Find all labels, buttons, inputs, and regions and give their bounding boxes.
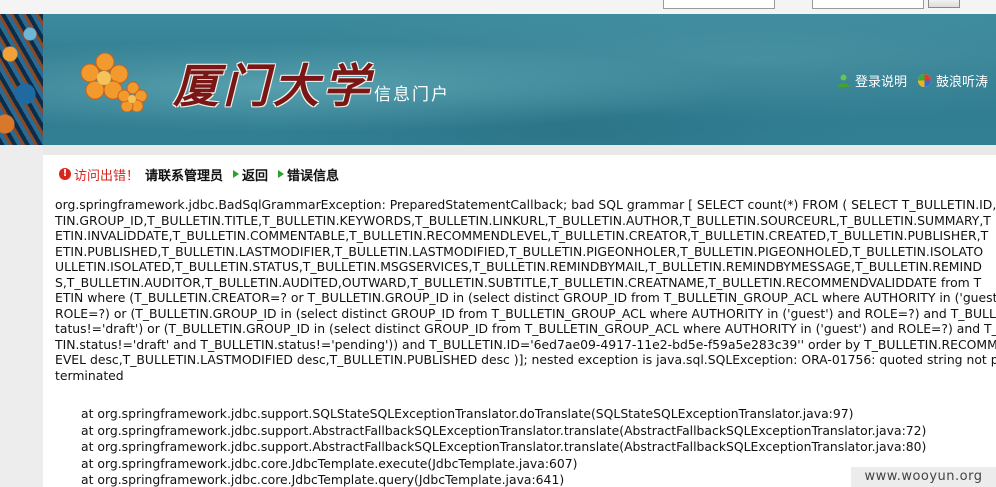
- arrow-right-icon: [278, 170, 285, 178]
- exception-line: ROLE=?) or (T_BULLETIN.GROUP_ID in (sele…: [55, 305, 996, 321]
- error-icon: !: [59, 168, 71, 180]
- exception-line: tatus!='draft') or (T_BULLETIN.GROUP_ID …: [55, 321, 996, 336]
- gulang-tingtao-label: 鼓浪听涛: [935, 75, 988, 90]
- error-message: 请联系管理员: [145, 168, 224, 184]
- user-icon: [837, 74, 850, 87]
- password-input[interactable]: [812, 0, 924, 9]
- username-input[interactable]: [663, 0, 775, 9]
- exception-line: org.springframework.jdbc.BadSqlGrammarEx…: [55, 197, 996, 212]
- left-decoration: [0, 14, 43, 145]
- flower-logo-icon: [80, 52, 148, 112]
- exception-line: ULLETIN.ISOLATED,T_BULLETIN.STATUS,T_BUL…: [55, 259, 982, 274]
- stack-trace-line: at org.springframework.jdbc.support.Abst…: [81, 439, 927, 454]
- exception-line: ETIN.INVALIDDATE,T_BULLETIN.COMMENTABLE,…: [55, 228, 989, 243]
- stack-trace-line: at org.springframework.jdbc.core.JdbcTem…: [81, 472, 565, 487]
- exception-line: TIN.status!='draft' and T_BULLETIN.statu…: [55, 336, 996, 352]
- gulang-tingtao-link[interactable]: 鼓浪听涛: [917, 71, 988, 90]
- exception-line: ETIN.PUBLISHED,T_BULLETIN.LASTMODIFIER,T…: [55, 243, 984, 259]
- back-link[interactable]: 返回: [242, 165, 268, 184]
- login-help-link[interactable]: 登录说明: [836, 71, 907, 90]
- watermark: www.wooyun.org: [851, 467, 996, 487]
- error-title: 访问出错！: [74, 168, 140, 184]
- exception-line: EVEL desc,T_BULLETIN.LASTMODIFIED desc,T…: [55, 352, 996, 367]
- university-logo-text: 厦门大学: [173, 59, 373, 113]
- error-info-link[interactable]: 错误信息: [287, 165, 339, 184]
- exception-line: ETIN where (T_BULLETIN.CREATOR=? or T_BU…: [55, 290, 996, 305]
- exception-message: org.springframework.jdbc.BadSqlGrammarEx…: [55, 197, 996, 383]
- stack-trace-line: at org.springframework.jdbc.support.SQLS…: [81, 406, 854, 421]
- exception-line: terminated: [55, 367, 124, 383]
- stack-trace-line: at org.springframework.jdbc.support.Abst…: [81, 422, 927, 438]
- header-banner: 厦门大学 信息门户 登录说明 鼓浪听涛: [43, 14, 996, 145]
- left-margin: [0, 145, 43, 487]
- swirl-icon: [917, 74, 931, 87]
- exception-line: TIN.GROUP_ID,T_BULLETIN.TITLE,T_BULLETIN…: [55, 212, 991, 228]
- error-panel: ! 访问出错！ 请联系管理员 返回 错误信息 org.springframewo…: [43, 155, 996, 487]
- exception-line: S,T_BULLETIN.AUDITOR,T_BULLETIN.AUDITED,…: [55, 274, 982, 290]
- portal-title: 信息门户: [374, 85, 450, 105]
- stack-trace-line: at org.springframework.jdbc.core.JdbcTem…: [81, 455, 578, 471]
- login-help-label: 登录说明: [854, 75, 907, 90]
- top-login-strip: [0, 0, 996, 14]
- error-bar: ! 访问出错！ 请联系管理员 返回 错误信息: [59, 165, 339, 184]
- login-button[interactable]: [928, 0, 960, 8]
- arrow-right-icon: [233, 170, 240, 178]
- header-links: 登录说明 鼓浪听涛: [836, 71, 988, 90]
- stack-trace: at org.springframework.jdbc.support.SQLS…: [81, 406, 926, 487]
